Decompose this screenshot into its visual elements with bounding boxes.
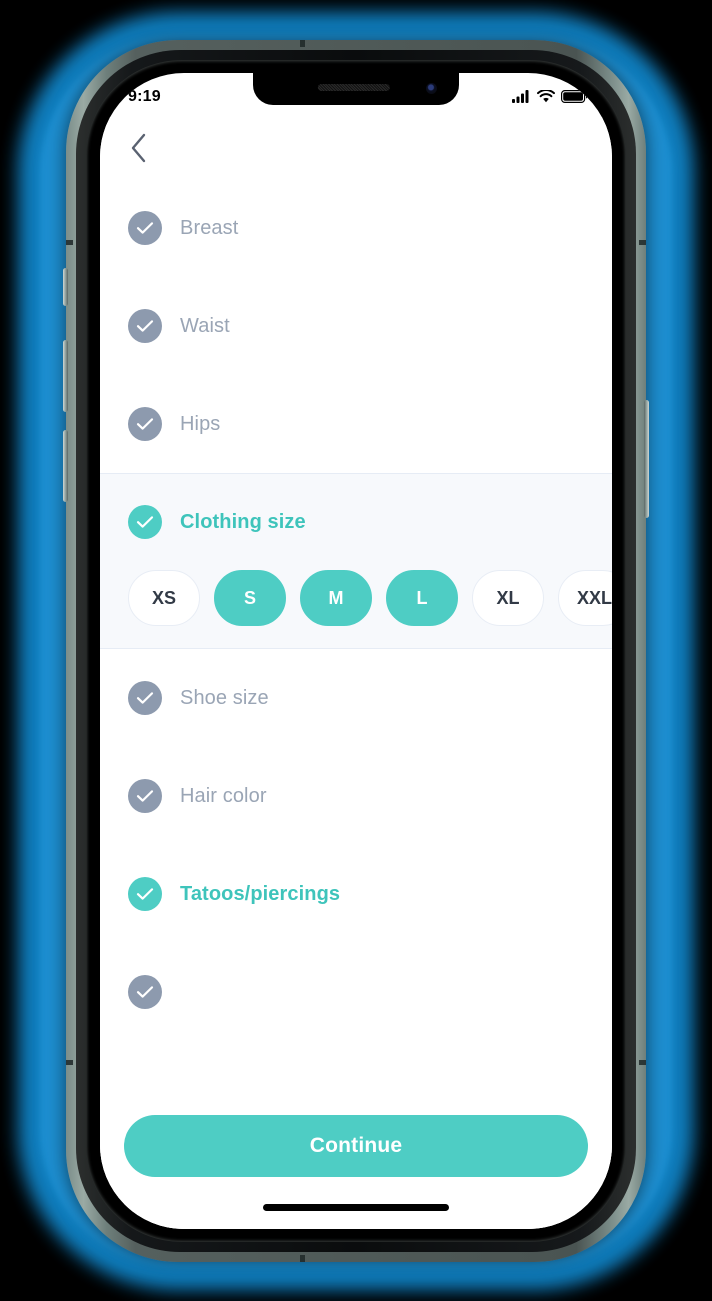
size-chip-s[interactable]: S	[214, 570, 286, 626]
antenna-line	[300, 40, 305, 47]
size-chip-xs[interactable]: XS	[128, 570, 200, 626]
earpiece-speaker-icon	[317, 84, 390, 91]
status-time: 9:19	[128, 87, 161, 105]
list-item[interactable]: Waist	[100, 277, 612, 375]
list-item[interactable]: Hair color	[100, 747, 612, 845]
status-icons	[512, 90, 588, 103]
attributes-list[interactable]: Breast Waist Hips Clothing size XS S M L…	[100, 179, 612, 1229]
list-item-label: Hips	[180, 412, 221, 435]
antenna-line	[639, 1060, 646, 1065]
phone-notch	[253, 73, 459, 105]
battery-icon	[561, 90, 588, 103]
list-item-label: Tatoos/piercings	[180, 882, 341, 905]
check-circle-icon[interactable]	[128, 211, 162, 245]
clothing-size-section: Clothing size XS S M L XL XXL	[100, 473, 612, 649]
chevron-left-icon	[131, 133, 146, 163]
list-item-clothing-size[interactable]: Clothing size	[100, 474, 612, 570]
antenna-line	[639, 240, 646, 245]
list-item[interactable]: Hips	[100, 375, 612, 473]
check-circle-icon[interactable]	[128, 681, 162, 715]
wifi-icon	[537, 90, 555, 103]
check-circle-icon[interactable]	[128, 505, 162, 539]
check-circle-icon[interactable]	[128, 407, 162, 441]
check-circle-icon[interactable]	[128, 309, 162, 343]
navigation-bar	[100, 117, 612, 179]
list-item-label: Waist	[180, 314, 230, 337]
check-circle-icon[interactable]	[128, 975, 162, 1009]
list-item-label: Clothing size	[180, 510, 306, 533]
phone-screen: 9:19 Breast Waist Hips Clothing size XS …	[100, 73, 612, 1229]
silent-switch-button[interactable]	[63, 268, 68, 306]
antenna-line	[300, 1255, 305, 1262]
signal-bars-icon	[512, 90, 529, 103]
volume-up-button[interactable]	[63, 340, 68, 412]
list-item-label: Breast	[180, 216, 239, 239]
list-item[interactable]: Shoe size	[100, 649, 612, 747]
list-item-label: Shoe size	[180, 686, 269, 709]
size-chip-xl[interactable]: XL	[472, 570, 544, 626]
antenna-line	[66, 1060, 73, 1065]
continue-button[interactable]: Continue	[124, 1115, 588, 1177]
size-chip-xxl[interactable]: XXL	[558, 570, 612, 626]
list-item[interactable]: Tatoos/piercings	[100, 845, 612, 943]
antenna-line	[66, 240, 73, 245]
check-circle-icon[interactable]	[128, 779, 162, 813]
clothing-size-options[interactable]: XS S M L XL XXL	[100, 570, 612, 626]
size-chip-l[interactable]: L	[386, 570, 458, 626]
bottom-action-bar: Continue	[100, 1099, 612, 1229]
check-circle-icon[interactable]	[128, 877, 162, 911]
back-button[interactable]	[122, 131, 156, 165]
screenshot-stage: 9:19 Breast Waist Hips Clothing size XS …	[0, 0, 712, 1301]
list-item[interactable]: Breast	[100, 179, 612, 277]
size-chip-m[interactable]: M	[300, 570, 372, 626]
home-indicator[interactable]	[263, 1204, 449, 1211]
power-button[interactable]	[644, 400, 649, 518]
front-camera-icon	[426, 83, 437, 94]
list-item-label: Hair color	[180, 784, 267, 807]
volume-down-button[interactable]	[63, 430, 68, 502]
list-item-partial[interactable]	[100, 943, 612, 1041]
